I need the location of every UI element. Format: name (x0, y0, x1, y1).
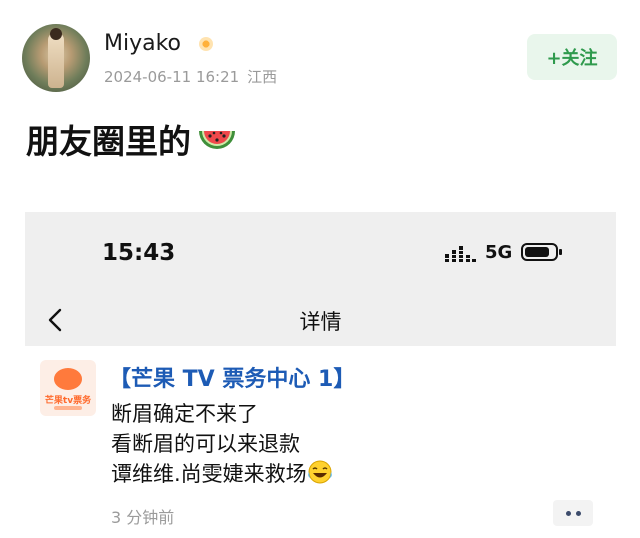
laugh-crying-icon (307, 460, 332, 484)
message-line-3: 谭维维.尚雯婕来救场 (111, 458, 333, 488)
avatar[interactable] (22, 24, 90, 92)
embedded-screenshot[interactable]: 15:43 5G 详情 芒果tv票务 【芒果 TV 票务中心 1】 断眉确定不来… (25, 212, 616, 538)
status-time: 15:43 (102, 240, 176, 266)
avatar-head (50, 28, 62, 40)
message-line-3-text: 谭维维.尚雯婕来救场 (111, 462, 307, 486)
app-logo: 芒果tv票务 (40, 360, 96, 416)
post-meta: 2024-06-11 16:21 江西 (104, 66, 277, 87)
nav-bar: 详情 (25, 294, 616, 346)
vip-badge-icon (199, 37, 213, 51)
nav-title: 详情 (299, 310, 342, 334)
dot-icon (565, 510, 571, 516)
follow-button[interactable]: +关注 (527, 34, 617, 80)
network-type: 5G (485, 242, 513, 263)
message-line-1: 断眉确定不来了 (111, 402, 258, 426)
post-text-content: 朋友圈里的 (26, 122, 191, 161)
mango-logo-icon (54, 368, 82, 390)
signal-icon (445, 246, 476, 262)
battery-icon (521, 243, 562, 261)
message-line-2: 看断眉的可以来退款 (111, 432, 300, 456)
avatar-figure (48, 32, 64, 88)
more-options-button[interactable] (553, 500, 593, 526)
watermelon-icon (199, 131, 235, 149)
message-content: 芒果tv票务 【芒果 TV 票务中心 1】 断眉确定不来了 看断眉的可以来退款 … (25, 346, 616, 538)
message-time: 3 分钟前 (111, 508, 175, 527)
phone-status-bar: 15:43 5G (25, 212, 616, 294)
post-timestamp: 2024-06-11 16:21 (104, 68, 240, 86)
message-source[interactable]: 【芒果 TV 票务中心 1】 (109, 361, 355, 393)
logo-text: 芒果tv票务 (44, 396, 92, 406)
post-text: 朋友圈里的 (26, 115, 239, 163)
dot-icon (575, 510, 581, 516)
logo-bar (54, 406, 82, 410)
post-location: 江西 (247, 68, 278, 86)
username[interactable]: Miyako (104, 31, 181, 56)
